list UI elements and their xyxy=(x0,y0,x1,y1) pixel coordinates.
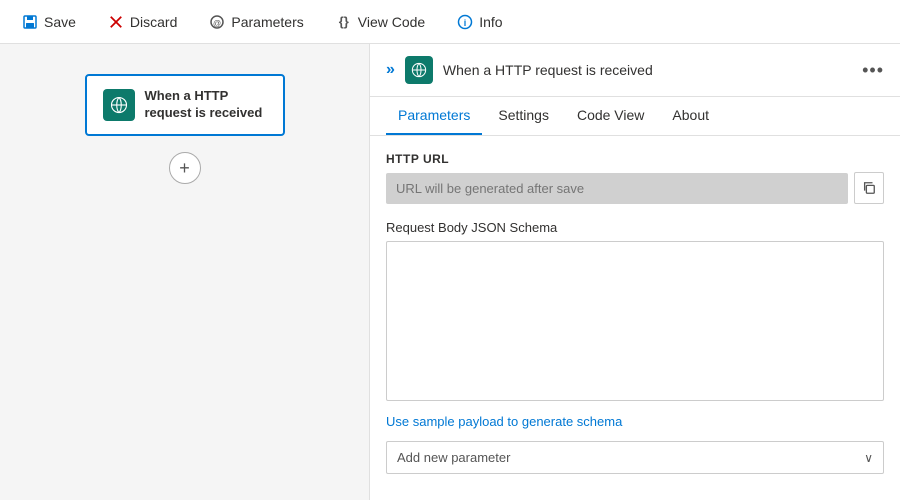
info-button[interactable]: i Info xyxy=(451,10,508,34)
view-code-icon: {} xyxy=(336,14,352,30)
trigger-icon-box xyxy=(103,89,135,121)
more-options-button[interactable]: ••• xyxy=(862,61,884,79)
view-code-label: View Code xyxy=(358,14,425,30)
detail-http-icon xyxy=(411,62,427,78)
detail-trigger-icon-box xyxy=(405,56,433,84)
toolbar: Save Discard @ Parameters {} View Code i… xyxy=(0,0,900,44)
svg-text:i: i xyxy=(464,18,467,28)
save-label: Save xyxy=(44,14,76,30)
canvas-panel: When a HTTP request is received + xyxy=(0,44,370,500)
schema-textarea[interactable] xyxy=(386,241,884,401)
discard-label: Discard xyxy=(130,14,177,30)
add-parameter-row[interactable]: Add new parameter ∨ xyxy=(386,441,884,474)
parameters-icon: @ xyxy=(209,14,225,30)
trigger-card[interactable]: When a HTTP request is received xyxy=(85,74,285,136)
detail-panel: » When a HTTP request is received ••• Pa… xyxy=(370,44,900,500)
discard-button[interactable]: Discard xyxy=(102,10,183,34)
tab-content-parameters: HTTP URL Request Body JSON Schema Use sa… xyxy=(370,136,900,500)
parameters-button[interactable]: @ Parameters xyxy=(203,10,309,34)
parameters-label: Parameters xyxy=(231,14,303,30)
detail-header: » When a HTTP request is received ••• xyxy=(370,44,900,97)
url-input[interactable] xyxy=(386,173,848,204)
detail-title: When a HTTP request is received xyxy=(443,62,852,78)
add-icon: + xyxy=(179,159,190,177)
http-url-label: HTTP URL xyxy=(386,152,884,166)
copy-url-button[interactable] xyxy=(854,172,884,204)
tab-code-view[interactable]: Code View xyxy=(565,97,656,135)
copy-icon xyxy=(862,181,876,195)
trigger-card-label: When a HTTP request is received xyxy=(145,88,267,122)
tab-about[interactable]: About xyxy=(660,97,721,135)
add-step-button[interactable]: + xyxy=(169,152,201,184)
info-label: Info xyxy=(479,14,502,30)
url-row xyxy=(386,172,884,204)
svg-text:@: @ xyxy=(213,19,221,28)
view-code-button[interactable]: {} View Code xyxy=(330,10,431,34)
info-icon: i xyxy=(457,14,473,30)
save-icon xyxy=(22,14,38,30)
tabs-container: Parameters Settings Code View About xyxy=(370,97,900,136)
add-param-label: Add new parameter xyxy=(397,450,510,465)
tab-settings[interactable]: Settings xyxy=(486,97,561,135)
save-button[interactable]: Save xyxy=(16,10,82,34)
chevron-down-icon: ∨ xyxy=(864,451,873,465)
tab-parameters[interactable]: Parameters xyxy=(386,97,482,135)
schema-label: Request Body JSON Schema xyxy=(386,220,884,235)
discard-icon xyxy=(108,14,124,30)
collapse-button[interactable]: » xyxy=(386,61,395,79)
schema-link[interactable]: Use sample payload to generate schema xyxy=(386,414,622,429)
main-layout: When a HTTP request is received + » When… xyxy=(0,44,900,500)
http-request-icon xyxy=(110,96,128,114)
